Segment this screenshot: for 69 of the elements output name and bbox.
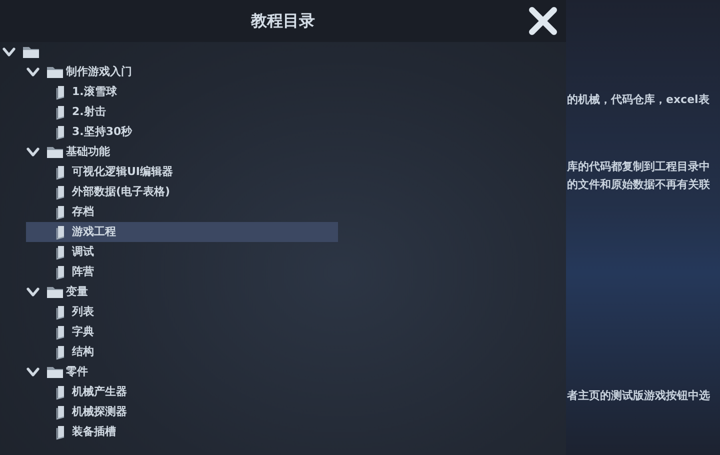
content-text: 的机械，代码仓库，excel表 [567,92,710,108]
document-icon [56,324,66,340]
content-text: 库的代码都复制到工程目录中 [567,159,711,175]
folder-icon [22,45,40,59]
chevron-icon[interactable] [26,287,40,297]
document-icon [56,104,66,120]
tree-row[interactable]: 游戏工程 [26,222,338,242]
chevron-icon[interactable] [26,367,40,377]
content-text: 的文件和原始数据不再有关联 [567,177,711,193]
tree-label: 变量 [66,284,88,300]
tree-row[interactable]: 字典 [26,322,338,342]
tree-label: 游戏工程 [72,224,116,240]
folder-icon [46,285,64,299]
tree-row[interactable]: 零件 [26,362,338,382]
tree-label: 调试 [72,244,94,260]
document-icon [56,244,66,260]
tree-row[interactable]: 装备插槽 [26,422,338,442]
tree-row[interactable]: 机械探测器 [26,402,338,422]
document-icon [56,304,66,320]
tree-row[interactable]: 制作游戏入门 [26,62,338,82]
document-icon [56,124,66,140]
tree-label: 1.滚雪球 [72,84,117,100]
document-icon [56,164,66,180]
folder-icon [46,65,64,79]
tree-row[interactable]: 基础功能 [26,142,338,162]
tree-label: 机械探测器 [72,404,127,420]
document-icon [56,184,66,200]
tree-label: 结构 [72,344,94,360]
content-text: 者主页的测试版游戏按钮中选 [567,388,711,404]
tree-row[interactable]: 3.坚持30秒 [26,122,338,142]
tree-row[interactable]: 机械产生器 [26,382,338,402]
tree-label: 可视化逻辑UI编辑器 [72,164,174,180]
tree-label: 阵营 [72,264,94,280]
tree-row[interactable]: 阵营 [26,262,338,282]
tree-row[interactable]: 变量 [26,282,338,302]
close-button[interactable] [527,5,559,37]
tree-row[interactable]: 列表 [26,302,338,322]
document-icon [56,404,66,420]
tree-label: 零件 [66,364,88,380]
tree-label: 制作游戏入门 [66,64,132,80]
tree-row[interactable]: 2.射击 [26,102,338,122]
tree-row[interactable]: 结构 [26,342,338,362]
document-icon [56,264,66,280]
tree-label: 机械产生器 [72,384,127,400]
tree-label: 3.坚持30秒 [72,124,132,140]
chevron-icon[interactable] [2,47,16,57]
tree-label: 存档 [72,204,94,220]
tree-row[interactable]: 外部数据(电子表格) [26,182,338,202]
tree-row[interactable]: 调试 [26,242,338,262]
document-icon [56,384,66,400]
folder-icon [46,365,64,379]
document-icon [56,84,66,100]
document-icon [56,204,66,220]
chevron-icon[interactable] [26,67,40,77]
tree-label: 字典 [72,324,94,340]
document-icon [56,344,66,360]
tree-row[interactable]: 存档 [26,202,338,222]
tree-row[interactable]: 1.滚雪球 [26,82,338,102]
tree-label: 外部数据(电子表格) [72,184,170,200]
document-icon [56,224,66,240]
chevron-icon[interactable] [26,147,40,157]
tree-row[interactable]: 可视化逻辑UI编辑器 [26,162,338,182]
tree-label: 装备插槽 [72,424,116,440]
tree-label: 基础功能 [66,144,110,160]
document-icon [56,424,66,440]
tree-label: 2.射击 [72,104,106,120]
tree-label: 列表 [72,304,94,320]
folder-icon [46,145,64,159]
panel-title: 教程目录 [251,11,315,30]
